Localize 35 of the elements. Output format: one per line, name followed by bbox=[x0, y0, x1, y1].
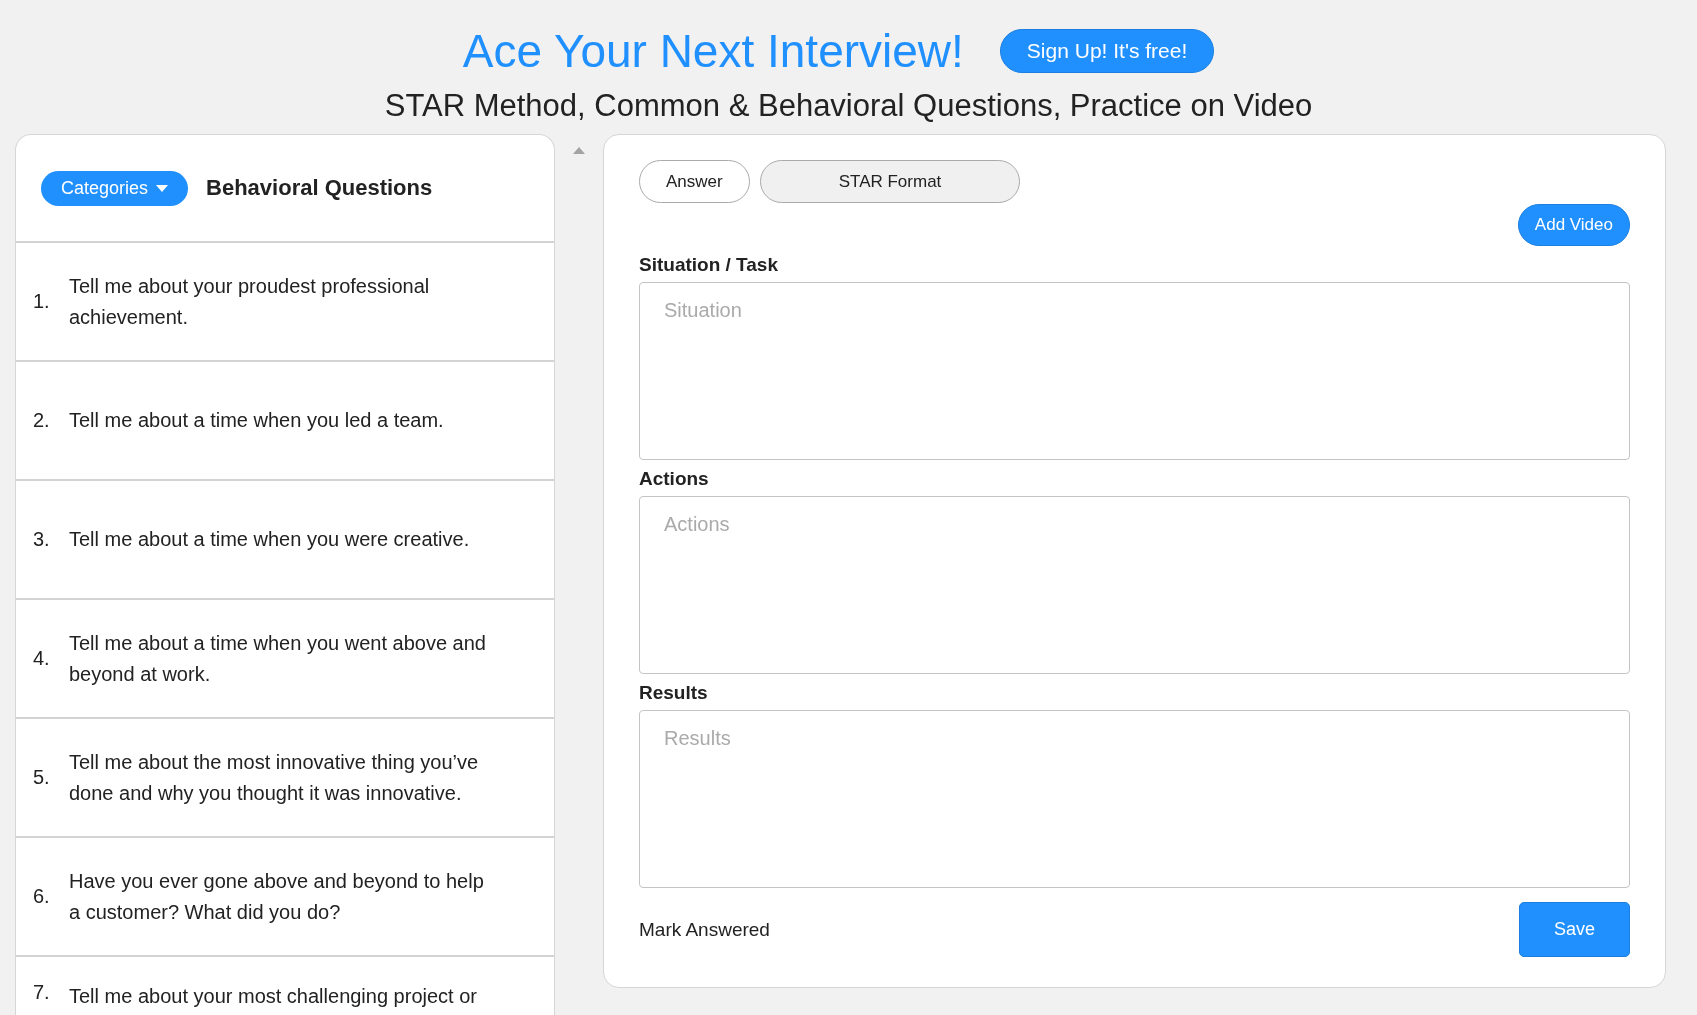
question-item[interactable]: 4. Tell me about a time when you went above and beyond at work. bbox=[16, 600, 554, 719]
question-text: Have you ever gone above and beyond to help a customer? What did you do? bbox=[69, 868, 485, 925]
question-text: Tell me about a time when you led a team. bbox=[69, 408, 444, 433]
question-number: 3. bbox=[33, 528, 51, 551]
answer-field[interactable]: Actions bbox=[639, 496, 1630, 674]
scroll-up-icon[interactable] bbox=[573, 147, 585, 154]
question-number: 4. bbox=[33, 647, 51, 670]
question-item[interactable]: 2. Tell me about a time when you led a team. bbox=[16, 362, 554, 481]
answer-field[interactable]: Results bbox=[639, 710, 1630, 888]
page-subtitle: STAR Method, Common & Behavioral Questions, Practice on Video bbox=[384, 88, 1313, 124]
question-text: Tell me about your proudest professional achievement. bbox=[69, 273, 431, 330]
question-text: Tell me about the most innovative thing you’ve done and why you thought it was innovative. bbox=[69, 749, 480, 806]
question-number: 1. bbox=[33, 290, 51, 313]
page-title: Ace Your Next Interview! bbox=[462, 24, 964, 78]
question-number: 5. bbox=[33, 766, 51, 789]
question-text: Tell me about a time when you were creative. bbox=[69, 527, 470, 552]
mark-answered-label[interactable]: Mark Answered bbox=[639, 918, 770, 941]
question-item[interactable]: 6. Have you ever gone above and beyond to help a customer? What did you do? bbox=[16, 838, 554, 957]
question-number: 2. bbox=[33, 409, 51, 432]
question-item[interactable]: 7. Tell me about your most challenging project or bbox=[16, 957, 554, 1015]
field-label: Results bbox=[639, 682, 709, 704]
caret-icon bbox=[156, 184, 169, 192]
format-tab[interactable]: Answer bbox=[639, 160, 750, 203]
answer-field[interactable]: Situation bbox=[639, 282, 1630, 460]
format-tab[interactable]: STAR Format bbox=[759, 160, 1021, 203]
category-heading: Behavioral Questions bbox=[206, 175, 433, 201]
question-item[interactable]: 3. Tell me about a time when you were creative. bbox=[16, 481, 554, 600]
question-number: 7. bbox=[33, 981, 51, 1004]
field-label: Situation / Task bbox=[639, 254, 779, 276]
question-item[interactable]: 1. Tell me about your proudest professional achievement. bbox=[16, 243, 554, 362]
question-item[interactable]: 5. Tell me about the most innovative thing you’ve done and why you thought it was innovative. bbox=[16, 719, 554, 838]
question-text: Tell me about a time when you went above and beyond at work. bbox=[69, 630, 487, 687]
field-label: Actions bbox=[639, 468, 710, 490]
question-text: Tell me about your most challenging project or bbox=[69, 984, 477, 1009]
question-number: 6. bbox=[33, 885, 51, 908]
